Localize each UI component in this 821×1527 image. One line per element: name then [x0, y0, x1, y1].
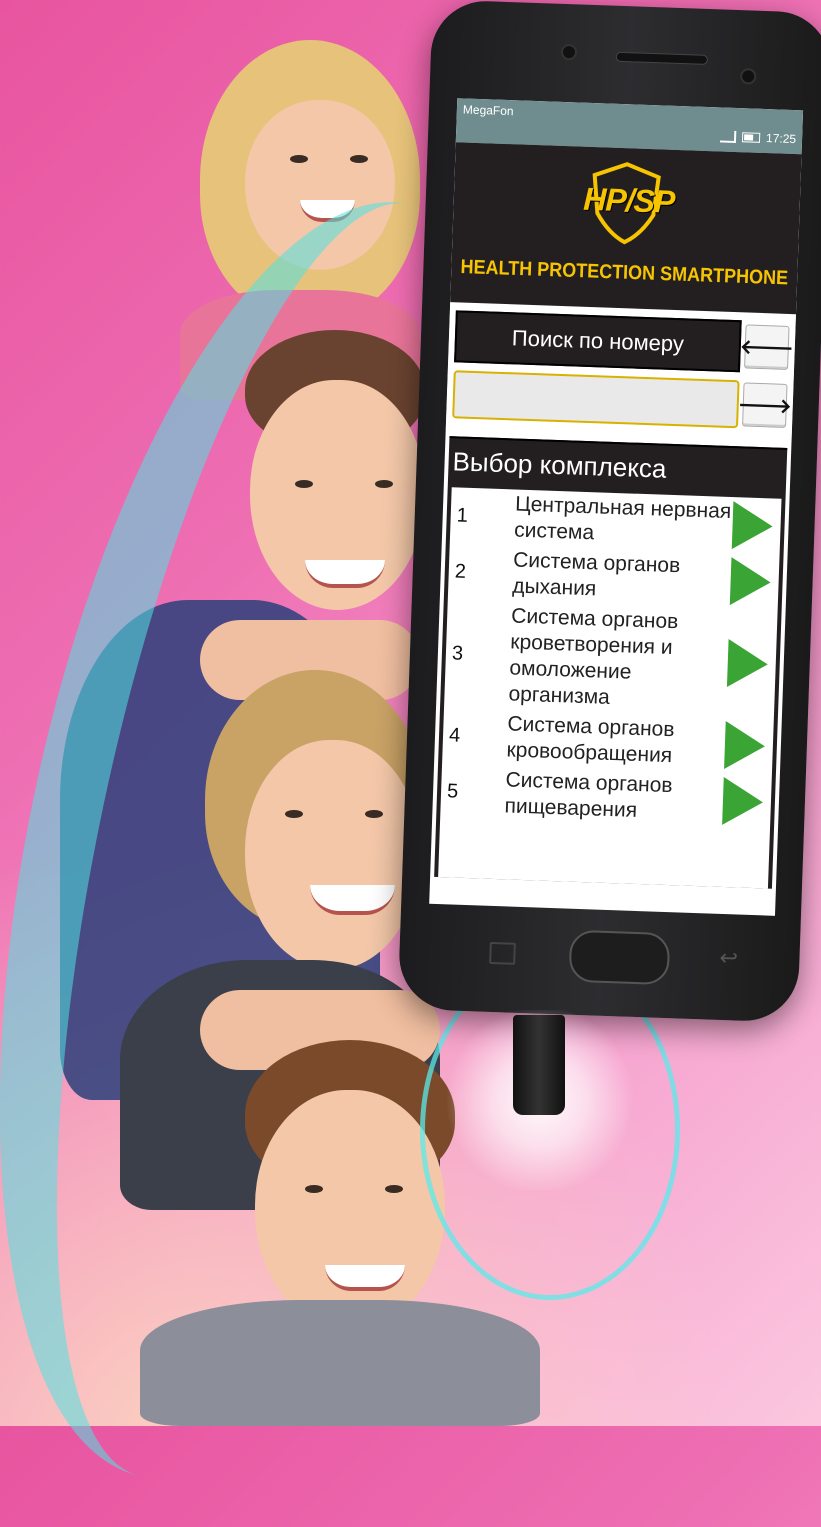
back-nav-icon[interactable]: ↩ — [719, 945, 738, 972]
item-label: Система органов кровообращения — [506, 712, 675, 768]
play-icon[interactable] — [724, 720, 766, 771]
clock: 17:25 — [765, 131, 797, 147]
sensor-icon — [739, 68, 757, 85]
list-item[interactable]: 3 Система органов кроветворения и омолож… — [444, 599, 778, 718]
arrow-left-icon: 🡐 — [739, 335, 794, 360]
smartphone: MegaFon 17:25 HP/SP HEALTH PROTECTION SM… — [397, 0, 821, 1023]
item-number: 5 — [446, 779, 459, 803]
recent-apps-icon[interactable] — [489, 941, 516, 965]
app-screen: MegaFon 17:25 HP/SP HEALTH PROTECTION SM… — [429, 98, 804, 916]
battery-icon — [741, 132, 761, 143]
item-label: Система органов дыхания — [511, 548, 681, 601]
search-panel: Поиск по номеру 🡐 🡒 — [445, 302, 796, 443]
carrier-label: MegaFon — [462, 102, 514, 119]
home-button[interactable] — [568, 929, 671, 986]
go-button[interactable]: 🡒 — [738, 382, 792, 428]
play-icon[interactable] — [726, 639, 769, 689]
item-label: Система органов пищеварения — [504, 768, 673, 822]
app-header: HP/SP HEALTH PROTECTION SMARTPHONE — [450, 142, 802, 315]
play-icon[interactable] — [731, 501, 774, 551]
item-label: Система органов кроветворения и омоложен… — [508, 604, 679, 709]
logo-text: HP/SP — [582, 180, 675, 220]
item-number: 4 — [448, 723, 461, 747]
list-item[interactable]: 5 Система органов пищеварения — [440, 763, 772, 830]
search-title: Поиск по номеру — [454, 310, 742, 373]
arrow-right-icon: 🡒 — [737, 393, 792, 418]
app-tagline: HEALTH PROTECTION SMARTPHONE — [460, 255, 789, 289]
usb-plug-device — [513, 1015, 565, 1115]
complex-panel: Выбор комплекса 1 Центральная нервная си… — [434, 436, 788, 889]
back-button[interactable]: 🡐 — [740, 324, 794, 370]
front-camera-icon — [560, 43, 578, 61]
item-label: Центральная нервная система — [513, 492, 732, 545]
item-number: 3 — [451, 641, 464, 665]
item-number: 1 — [456, 503, 469, 527]
signal-icon — [719, 130, 737, 143]
complex-list: 1 Центральная нервная система 2 Система … — [438, 487, 782, 889]
item-number: 2 — [454, 559, 467, 583]
earpiece — [615, 51, 708, 65]
play-icon[interactable] — [729, 557, 772, 607]
play-icon[interactable] — [722, 776, 764, 827]
number-input[interactable] — [452, 370, 740, 429]
